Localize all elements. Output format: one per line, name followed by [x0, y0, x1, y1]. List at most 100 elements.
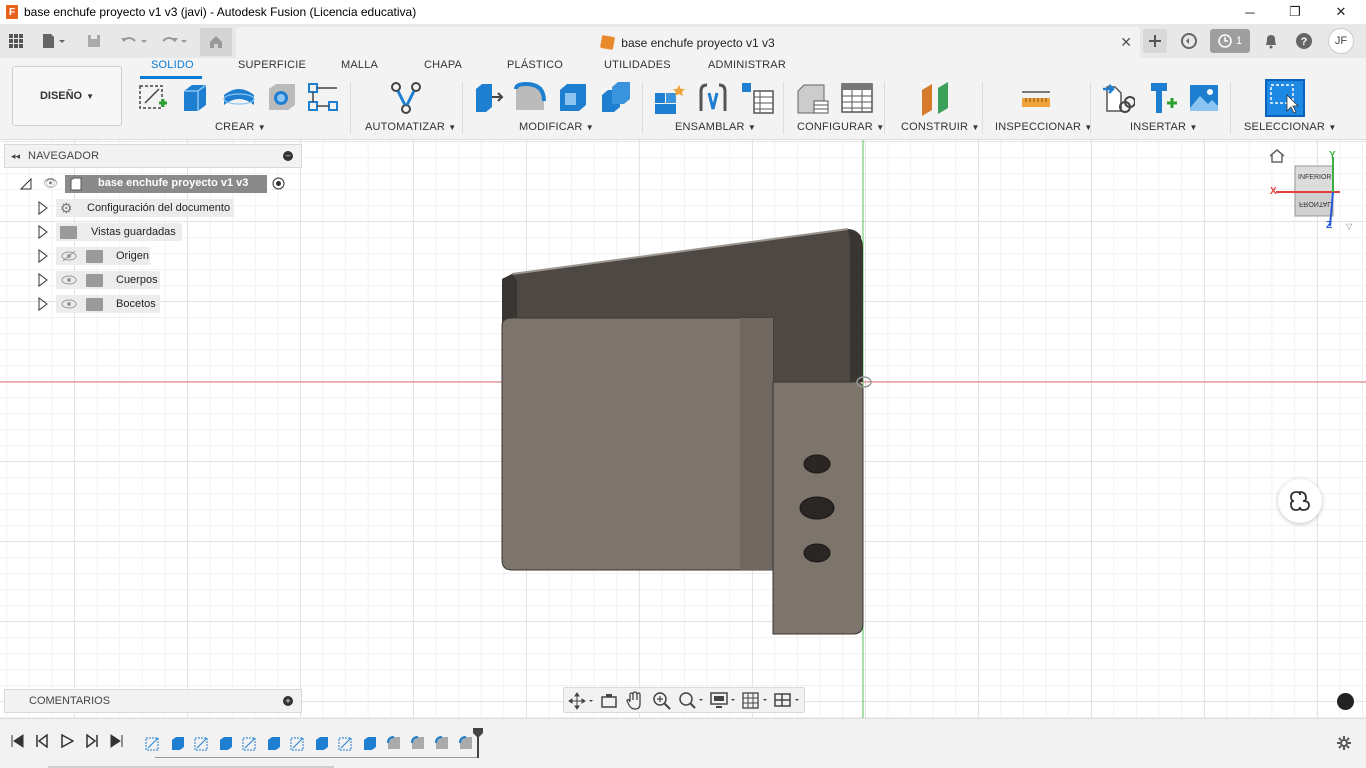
timeline-extrude-icon[interactable]	[362, 735, 378, 751]
hole-icon[interactable]	[266, 81, 298, 116]
visibility-eye-icon[interactable]	[61, 298, 77, 310]
tab-utilidades[interactable]: UTILIDADES	[604, 59, 671, 71]
timeline-marker[interactable]	[472, 727, 484, 759]
timeline-extrude-icon[interactable]	[314, 735, 330, 751]
notifications-bell-icon[interactable]	[1258, 28, 1284, 54]
navigator-item-origen[interactable]: Origen	[36, 246, 236, 266]
minimize-button[interactable]: ─	[1227, 0, 1273, 24]
viewports-icon[interactable]	[774, 691, 802, 711]
new-component-icon[interactable]	[653, 81, 687, 118]
expand-triangle-icon[interactable]	[38, 273, 48, 287]
fit-zoom-icon[interactable]	[678, 691, 706, 711]
timeline-sketch-icon[interactable]	[242, 735, 258, 751]
tab-malla[interactable]: MALLA	[341, 59, 378, 71]
tab-plastico[interactable]: PLÁSTICO	[507, 59, 563, 71]
timeline-settings-gear-icon[interactable]	[1336, 735, 1352, 751]
expand-triangle-icon[interactable]	[38, 225, 48, 239]
timeline-extrude-icon[interactable]	[266, 735, 282, 751]
revolve-icon[interactable]	[222, 81, 256, 116]
timeline-sketch-icon[interactable]	[194, 735, 210, 751]
navigator-header[interactable]: ◂◂ NAVEGADOR –	[4, 144, 302, 168]
help-icon[interactable]: ?	[1291, 28, 1317, 54]
group-insertar[interactable]: INSERTAR ▼	[1130, 121, 1198, 133]
expand-triangle-icon[interactable]	[38, 201, 48, 215]
group-inspeccionar[interactable]: INSPECCIONAR ▼	[995, 121, 1093, 133]
hidden-eye-icon[interactable]	[61, 250, 77, 262]
grid-settings-icon[interactable]	[742, 691, 770, 711]
tab-solido[interactable]: SOLIDO	[151, 59, 194, 71]
close-window-button[interactable]: ✕	[1318, 0, 1364, 24]
comments-panel-header[interactable]: COMENTARIOS +	[4, 689, 302, 713]
timeline-fillet-icon[interactable]	[434, 735, 450, 751]
expand-triangle-icon[interactable]	[38, 297, 48, 311]
assistant-button[interactable]	[1278, 479, 1322, 523]
pan-hand-icon[interactable]	[626, 691, 644, 711]
timeline-extrude-icon[interactable]	[218, 735, 234, 751]
pattern-icon[interactable]	[307, 81, 339, 116]
timeline-play-icon[interactable]	[60, 734, 74, 748]
tab-chapa[interactable]: CHAPA	[424, 59, 462, 71]
app-grid-icon[interactable]	[6, 29, 26, 53]
combine-icon[interactable]	[600, 81, 632, 116]
navigator-item-cuerpos[interactable]: Cuerpos	[36, 270, 236, 290]
visibility-eye-icon[interactable]	[61, 274, 77, 286]
bill-of-materials-icon[interactable]	[740, 81, 774, 118]
timeline-last-icon[interactable]	[110, 734, 124, 748]
group-modificar[interactable]: MODIFICAR ▼	[519, 121, 594, 133]
workspace-switcher[interactable]: DISEÑO ▼	[12, 66, 122, 126]
group-construir[interactable]: CONSTRUIR ▼	[901, 121, 980, 133]
offset-plane-icon[interactable]	[918, 80, 952, 119]
timeline-sketch-icon[interactable]	[145, 735, 161, 751]
maximize-button[interactable]: ❐	[1272, 0, 1318, 24]
insert-canvas-icon[interactable]	[1188, 82, 1220, 117]
viewcube-menu-icon[interactable]: ▽	[1346, 222, 1352, 231]
navigator-item-configuracion[interactable]: ⚙ Configuración del documento	[36, 198, 236, 218]
close-tab-icon[interactable]: ✕	[1120, 34, 1132, 51]
undo-icon[interactable]	[118, 29, 150, 53]
look-at-icon[interactable]	[600, 692, 618, 710]
sketch-palette-icon[interactable]	[1337, 693, 1354, 710]
navigator-root[interactable]: 👁 base enchufe proyecto v1 v3	[18, 174, 298, 194]
joint-icon[interactable]	[697, 81, 729, 116]
document-tab[interactable]: base enchufe proyecto v1 v3 ✕	[236, 27, 1140, 58]
shell-icon[interactable]	[557, 81, 589, 116]
press-pull-icon[interactable]	[472, 81, 504, 116]
orbit-move-icon[interactable]	[568, 692, 594, 710]
redo-icon[interactable]	[158, 29, 190, 53]
configure-icon[interactable]	[796, 81, 830, 118]
job-status-button[interactable]: 1	[1210, 29, 1250, 53]
home-tab-button[interactable]	[200, 28, 232, 56]
zoom-icon[interactable]	[652, 691, 672, 711]
fillet-icon[interactable]	[514, 81, 546, 116]
group-ensamblar[interactable]: ENSAMBLAR ▼	[675, 121, 756, 133]
navigator-item-vistas[interactable]: Vistas guardadas	[36, 222, 236, 242]
timeline-first-icon[interactable]	[10, 734, 24, 748]
collapse-triangle-icon[interactable]	[20, 178, 32, 190]
group-crear[interactable]: CREAR ▼	[215, 121, 266, 133]
file-menu-icon[interactable]	[38, 29, 70, 53]
automate-icon[interactable]	[389, 81, 423, 118]
timeline-sketch-icon[interactable]	[338, 735, 354, 751]
timeline-fillet-icon[interactable]	[386, 735, 402, 751]
viewcube[interactable]: INFERIOR FRONTAL X Y Z	[1270, 150, 1350, 234]
tab-administrar[interactable]: ADMINISTRAR	[708, 59, 786, 71]
group-configurar[interactable]: CONFIGURAR ▼	[797, 121, 884, 133]
timeline-extrude-icon[interactable]	[170, 735, 186, 751]
timeline-prev-icon[interactable]	[35, 734, 49, 748]
group-automatizar[interactable]: AUTOMATIZAR ▼	[365, 121, 456, 133]
add-comment-icon[interactable]: +	[283, 696, 293, 706]
timeline-sketch-icon[interactable]	[290, 735, 306, 751]
visibility-eye-icon[interactable]: 👁	[43, 176, 58, 190]
create-sketch-icon[interactable]	[137, 81, 169, 116]
save-icon[interactable]	[84, 29, 104, 53]
expand-triangle-icon[interactable]	[38, 249, 48, 263]
group-seleccionar[interactable]: SELECCIONAR ▼	[1244, 121, 1336, 133]
extrude-icon[interactable]	[180, 81, 212, 116]
new-tab-button[interactable]	[1143, 29, 1167, 53]
configuration-table-icon[interactable]	[840, 81, 874, 118]
measure-icon[interactable]	[1020, 88, 1052, 113]
navigator-item-bocetos[interactable]: Bocetos	[36, 294, 236, 314]
user-avatar[interactable]: JF	[1328, 28, 1354, 54]
timeline-fillet-icon[interactable]	[410, 735, 426, 751]
timeline-next-icon[interactable]	[85, 734, 99, 748]
